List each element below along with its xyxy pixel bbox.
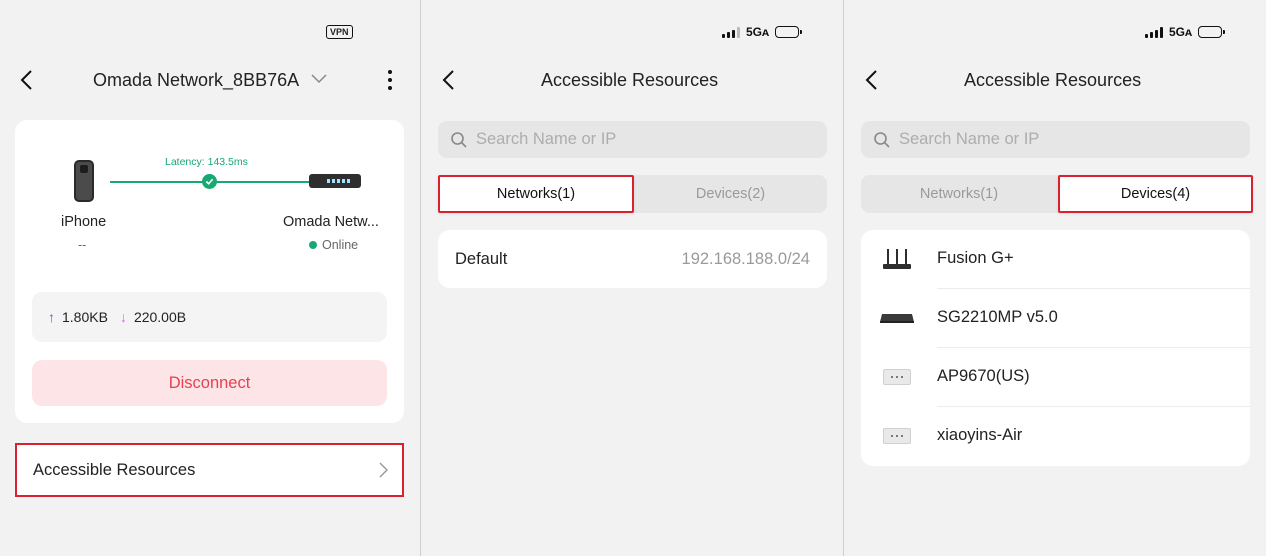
status-bar: 5Gᴀ bbox=[722, 24, 803, 40]
page-title: Accessible Resources bbox=[541, 70, 719, 90]
search-icon bbox=[451, 131, 467, 148]
device-row[interactable]: Fusion G+ bbox=[861, 230, 1250, 289]
back-button[interactable] bbox=[861, 68, 885, 92]
chevron-right-icon bbox=[379, 462, 388, 478]
traffic-stats: ↑ 1.80KB ↓ 220.00B bbox=[32, 292, 387, 342]
back-button[interactable] bbox=[438, 68, 462, 92]
gateway-name: Omada Netw... bbox=[283, 214, 379, 230]
upload-arrow-icon: ↑ bbox=[48, 309, 55, 325]
page-title: Omada Network_8BB76A bbox=[93, 70, 299, 90]
latency-label: Latency: 143.5ms bbox=[165, 156, 248, 168]
status-bar: 5Gᴀ bbox=[1145, 24, 1226, 40]
device-name: Fusion G+ bbox=[937, 249, 1014, 267]
accessible-resources-networks-screen: 5Gᴀ Accessible Resources Networks(1) Dev… bbox=[422, 0, 844, 556]
signal-icon bbox=[1145, 26, 1163, 38]
back-button[interactable] bbox=[16, 68, 40, 92]
accessible-resources-devices-screen: 5Gᴀ Accessible Resources Networks(1) Dev… bbox=[845, 0, 1266, 556]
device-row[interactable]: xiaoyins-Air bbox=[861, 407, 1250, 466]
battery-icon bbox=[1198, 26, 1226, 38]
device-row[interactable]: SG2210MP v5.0 bbox=[861, 289, 1250, 348]
network-selector[interactable]: Omada Network_8BB76A bbox=[93, 70, 327, 91]
search-bar[interactable] bbox=[861, 121, 1250, 158]
accessible-resources-row[interactable]: Accessible Resources bbox=[15, 443, 404, 497]
gateway-status-text: Online bbox=[322, 238, 359, 252]
device-name: xiaoyins-Air bbox=[937, 426, 1023, 444]
download-value: 220.00B bbox=[133, 309, 187, 325]
router-icon bbox=[879, 246, 915, 272]
signal-icon bbox=[722, 26, 740, 38]
network-name: Default bbox=[455, 250, 508, 268]
page-title: Accessible Resources bbox=[964, 70, 1142, 90]
connection-card: Latency: 143.5ms iPhone -- Omada Netw...… bbox=[15, 120, 404, 423]
switch-icon bbox=[879, 305, 915, 331]
more-menu-icon[interactable] bbox=[378, 68, 402, 92]
disconnect-button[interactable]: Disconnect bbox=[32, 360, 387, 406]
search-icon bbox=[874, 131, 890, 148]
network-subnet: 192.168.188.0/24 bbox=[681, 250, 810, 268]
search-input[interactable] bbox=[476, 130, 776, 149]
client-sub: -- bbox=[78, 238, 87, 252]
network-row[interactable]: Default 192.168.188.0/24 bbox=[438, 230, 827, 288]
client-name: iPhone bbox=[61, 214, 107, 230]
search-bar[interactable] bbox=[438, 121, 827, 158]
panel-divider bbox=[843, 0, 844, 556]
download-arrow-icon: ↓ bbox=[119, 309, 127, 325]
chevron-left-icon bbox=[442, 70, 454, 90]
check-icon bbox=[202, 174, 217, 189]
device-row[interactable]: AP9670(US) bbox=[861, 348, 1250, 407]
access-point-icon bbox=[879, 364, 915, 390]
chevron-down-icon bbox=[311, 74, 327, 84]
phone-icon bbox=[74, 160, 94, 202]
tab-devices[interactable]: Devices(4) bbox=[1058, 175, 1253, 213]
gateway-status: Online bbox=[309, 238, 358, 252]
upload-value: 1.80KB bbox=[62, 309, 108, 325]
device-name: SG2210MP v5.0 bbox=[937, 308, 1058, 326]
vpn-connection-screen: VPN Omada Network_8BB76A Latency: 143.5m… bbox=[0, 0, 420, 556]
battery-icon bbox=[775, 26, 803, 38]
accessible-resources-label: Accessible Resources bbox=[33, 460, 196, 479]
resource-tabs: Networks(1) Devices(2) bbox=[438, 175, 827, 213]
online-dot-icon bbox=[309, 241, 317, 249]
vpn-status-badge: VPN bbox=[326, 25, 353, 39]
tab-networks[interactable]: Networks(1) bbox=[438, 175, 634, 213]
network-type: 5Gᴀ bbox=[1169, 25, 1193, 39]
search-input[interactable] bbox=[899, 130, 1199, 149]
tab-devices[interactable]: Devices(2) bbox=[634, 175, 827, 213]
network-type: 5Gᴀ bbox=[746, 25, 770, 39]
tab-networks[interactable]: Networks(1) bbox=[861, 175, 1057, 213]
panel-divider bbox=[420, 0, 421, 556]
resource-tabs: Networks(1) Devices(4) bbox=[861, 175, 1253, 213]
access-point-icon bbox=[879, 423, 915, 449]
device-name: AP9670(US) bbox=[937, 367, 1030, 385]
gateway-device-icon bbox=[309, 174, 361, 188]
chevron-left-icon bbox=[20, 70, 32, 90]
device-list: Fusion G+ SG2210MP v5.0 AP9670(US) xiaoy… bbox=[861, 230, 1250, 466]
chevron-left-icon bbox=[865, 70, 877, 90]
